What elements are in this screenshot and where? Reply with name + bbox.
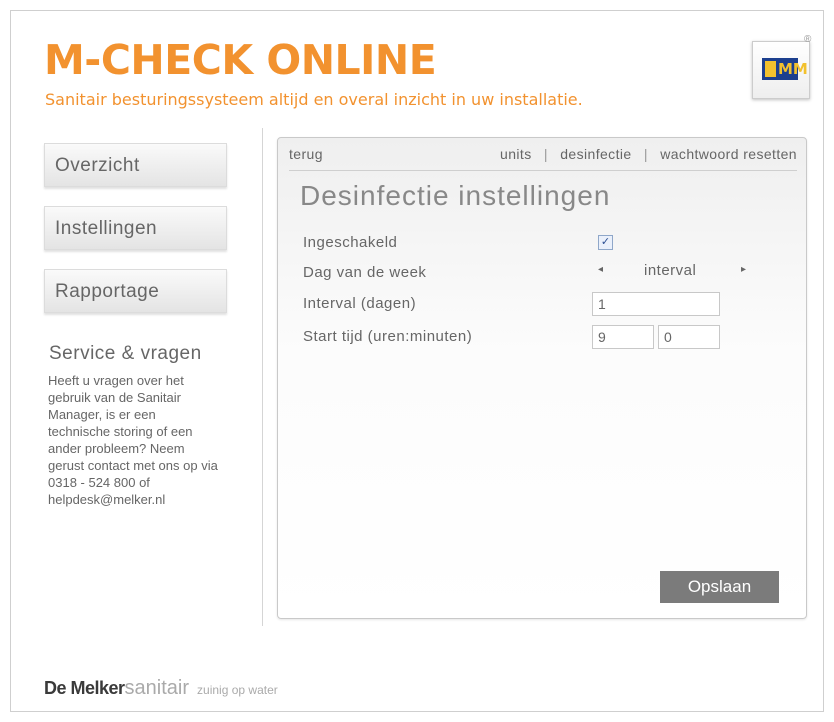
footer-brand: De Melkersanitair zuinig op water [44,677,278,700]
start-hours-input[interactable] [592,325,654,349]
topnav-links: units | desinfectie | wachtwoord resette… [500,146,797,162]
footer-tagline: zuinig op water [197,683,278,697]
start-time-label: Start tijd (uren:minuten) [303,328,473,345]
sidebar-divider [262,128,263,626]
start-minutes-input[interactable] [658,325,720,349]
page-title: Desinfectie instellingen [300,180,611,211]
nav-instellingen[interactable]: Instellingen [44,206,227,250]
arrow-left-icon[interactable]: ◂ [598,264,603,275]
nav-rapportage[interactable]: Rapportage [44,269,227,313]
footer-brand-bold: De Melker [44,678,125,698]
separator: | [643,146,648,162]
service-text: Heeft u vragen over het gebruik van de S… [48,373,218,507]
melker-logo: MM [752,41,810,99]
footer-brand-light: sanitair [124,677,190,699]
logo-text: MM [778,60,808,78]
save-button[interactable]: Opslaan [660,571,779,603]
separator: | [543,146,548,162]
day-value: interval [644,262,697,279]
enabled-label: Ingeschakeld [303,234,398,251]
interval-input[interactable] [592,292,720,316]
panel-topnav: terug units | desinfectie | wachtwoord r… [289,146,797,171]
day-label: Dag van de week [303,264,427,281]
nav-overzicht[interactable]: Overzicht [44,143,227,187]
enabled-checkbox[interactable]: ✓ [598,235,613,250]
desinfectie-link[interactable]: desinfectie [560,146,631,162]
app-title: M-CHECK ONLINE [44,36,437,84]
app-subtitle: Sanitair besturingssysteem altijd en ove… [45,90,583,109]
arrow-right-icon[interactable]: ▸ [741,264,746,275]
registered-mark: ® [804,34,812,45]
wachtwoord-resetten-link[interactable]: wachtwoord resetten [660,146,797,162]
service-heading: Service & vragen [49,343,202,364]
interval-label: Interval (dagen) [303,295,417,312]
units-link[interactable]: units [500,146,532,162]
back-link[interactable]: terug [289,146,323,162]
logo-mark: MM [762,58,808,80]
